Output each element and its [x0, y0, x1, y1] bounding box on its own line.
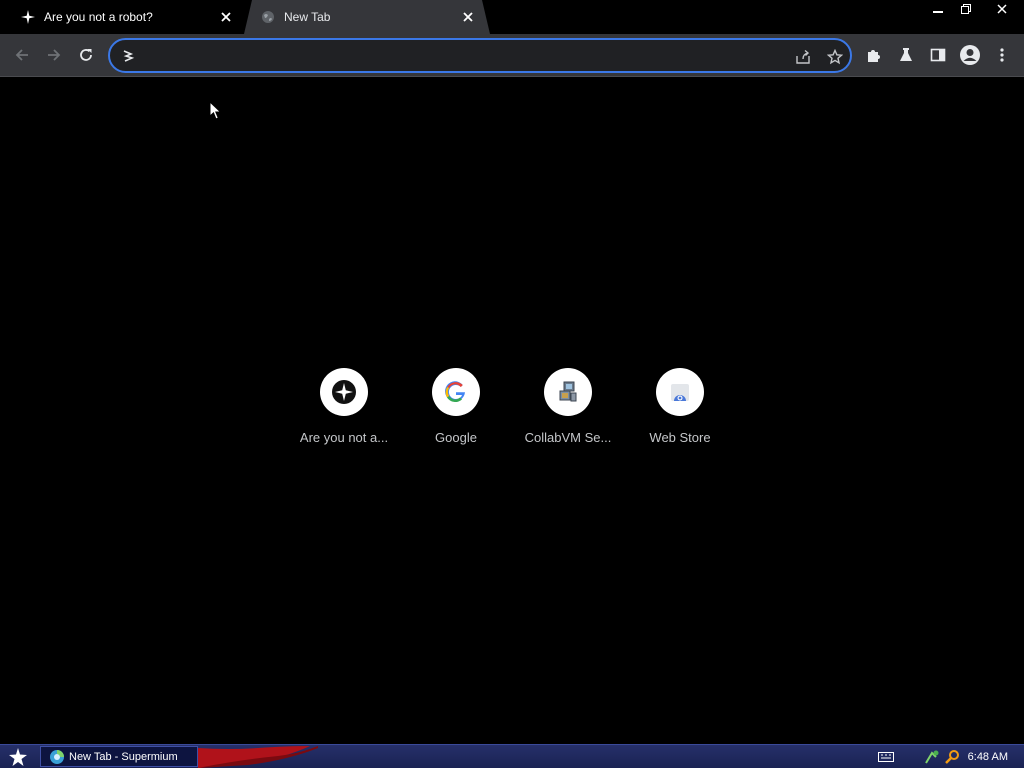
profile-button[interactable] [955, 40, 985, 70]
shortcut-google[interactable]: Google [400, 360, 512, 456]
back-button[interactable] [7, 40, 37, 70]
labs-button[interactable] [891, 40, 921, 70]
search-icon[interactable] [942, 747, 962, 767]
tab-new-tab[interactable]: New Tab [244, 0, 490, 34]
compass-star-icon [320, 368, 368, 416]
computer-icon [544, 368, 592, 416]
google-g-icon [432, 368, 480, 416]
system-tray: 6:48 AM [876, 745, 1024, 768]
back-arrow-icon [15, 49, 28, 61]
shortcut-label: Web Store [649, 430, 711, 445]
share-icon[interactable] [792, 46, 814, 68]
start-button[interactable] [4, 746, 32, 768]
shortcut-label: CollabVM Se... [524, 430, 612, 445]
kebab-menu-icon [1000, 48, 1004, 62]
forward-arrow-icon [48, 49, 61, 61]
sparkle-icon [20, 9, 36, 25]
puzzle-icon [868, 50, 880, 62]
tab-title: Are you not a robot? [44, 10, 153, 24]
shortcut-web-store[interactable]: Web Store [624, 360, 736, 456]
start-star-icon [9, 748, 27, 766]
avatar-icon [960, 45, 980, 65]
wallpaper-accent [198, 746, 318, 768]
reload-icon [80, 49, 92, 61]
shortcut-label: Are you not a... [299, 430, 389, 445]
minimize-icon [933, 11, 943, 13]
supermium-icon [50, 749, 64, 764]
restore-icon [961, 4, 971, 14]
mouse-cursor-icon [209, 101, 222, 120]
clock[interactable]: 6:48 AM [968, 751, 1008, 763]
side-panel-icon [930, 48, 946, 62]
tab-title: New Tab [284, 10, 331, 24]
menu-button[interactable] [987, 40, 1017, 70]
taskbar-window-title: New Tab - Supermium [69, 750, 178, 763]
shortcut-label: Google [435, 430, 477, 445]
close-icon[interactable] [460, 9, 476, 25]
shortcuts-grid: Are you not a... Google CollabVM Se... W… [288, 360, 736, 456]
close-icon[interactable] [218, 9, 234, 25]
tab-strip: Are you not a robot? New Tab [0, 0, 1024, 34]
reload-button[interactable] [71, 40, 101, 70]
taskbar: New Tab - Supermium 6:48 AM [0, 744, 1024, 768]
network-icon[interactable] [922, 747, 942, 767]
taskbar-window-new-tab[interactable]: New Tab - Supermium [40, 746, 198, 767]
omnibox[interactable] [108, 38, 852, 73]
close-window-button[interactable] [980, 0, 1024, 18]
site-info-icon[interactable] [119, 47, 137, 65]
globe-icon [260, 9, 276, 25]
restore-button[interactable] [952, 0, 980, 18]
window-controls [924, 0, 1024, 20]
close-icon [997, 4, 1007, 14]
star-icon[interactable] [824, 46, 846, 68]
forward-button[interactable] [39, 40, 69, 70]
address-input[interactable] [144, 44, 774, 68]
web-store-icon [656, 368, 704, 416]
flask-icon [900, 48, 912, 61]
shortcut-are-you-not-a-robot[interactable]: Are you not a... [288, 360, 400, 456]
minimize-button[interactable] [924, 0, 952, 18]
side-panel-button[interactable] [923, 40, 953, 70]
shortcut-collabvm[interactable]: CollabVM Se... [512, 360, 624, 456]
extensions-button[interactable] [859, 40, 889, 70]
toolbar [0, 34, 1024, 77]
keyboard-icon[interactable] [876, 747, 896, 767]
tab-are-you-not-a-robot[interactable]: Are you not a robot? [8, 0, 244, 34]
